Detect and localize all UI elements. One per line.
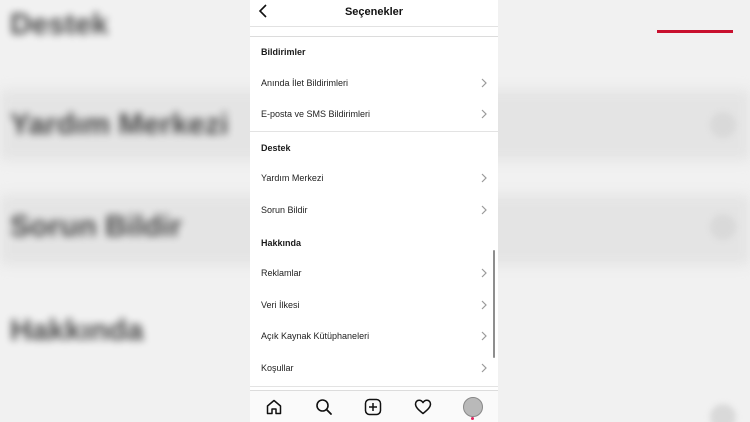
tab-activity[interactable] [414,398,434,418]
page-title: Seçenekler [344,6,404,18]
bg-text-destek: Destek [10,8,109,41]
settings-item-data-policy[interactable]: Veri İlkesi [250,291,498,321]
settings-item-email-sms-notifications[interactable]: E-posta ve SMS Bildirimleri [250,100,498,130]
tab-search[interactable] [315,398,335,418]
section-separator [250,386,498,387]
search-icon [316,399,332,415]
home-icon [266,399,282,415]
chevron-right-icon [481,205,487,215]
bg-chevron [710,214,736,240]
accent-line [657,30,733,33]
section-heading-hakkinda: Hakkında [261,238,302,248]
chevron-right-icon [481,331,487,341]
section-heading-bildirimler: Bildirimler [261,47,306,57]
settings-item-label: Veri İlkesi [261,300,300,310]
top-bar: Seçenekler [250,0,498,27]
profile-avatar[interactable] [463,397,483,417]
tab-home[interactable] [265,398,285,418]
settings-item-label: Yardım Merkezi [261,173,324,183]
chevron-right-icon [481,363,487,373]
bg-text-hakkinda: Hakkında [10,314,144,347]
chevron-right-icon [481,109,487,119]
settings-item-label: E-posta ve SMS Bildirimleri [261,109,371,119]
chevron-right-icon [481,268,487,278]
bottom-tab-bar [250,390,498,422]
settings-item-ads[interactable]: Reklamlar [250,259,498,289]
scrollbar[interactable] [493,250,495,358]
bg-chevron [710,112,736,138]
settings-item-label: Koşullar [261,363,294,373]
settings-item-open-source-libraries[interactable]: Açık Kaynak Kütüphaneleri [250,322,498,352]
settings-item-push-notifications[interactable]: Anında İlet Bildirimleri [250,69,498,99]
section-heading-destek: Destek [261,143,291,153]
bg-text-sorun: Sorun Bildir [10,210,182,243]
bg-text-yardim: Yardım Merkezi [10,108,229,141]
divider [250,36,498,37]
settings-item-help-center[interactable]: Yardım Merkezi [250,164,498,194]
settings-item-terms[interactable]: Koşullar [250,354,498,384]
tab-new-post[interactable] [364,398,384,418]
settings-item-label: Açık Kaynak Kütüphaneleri [261,331,370,341]
settings-item-label: Sorun Bildir [261,205,308,215]
heart-icon [414,399,432,415]
chevron-right-icon [481,300,487,310]
section-separator [250,131,498,132]
settings-item-label: Anında İlet Bildirimleri [261,78,349,88]
notification-dot [471,417,474,420]
add-icon [364,398,382,416]
chevron-right-icon [481,173,487,183]
settings-item-label: Reklamlar [261,268,302,278]
settings-item-report-problem[interactable]: Sorun Bildir [250,196,498,226]
bg-chevron [710,404,736,422]
chevron-right-icon [481,78,487,88]
phone-screen: Seçenekler Bildirimler Anında İlet Bildi… [250,0,498,422]
